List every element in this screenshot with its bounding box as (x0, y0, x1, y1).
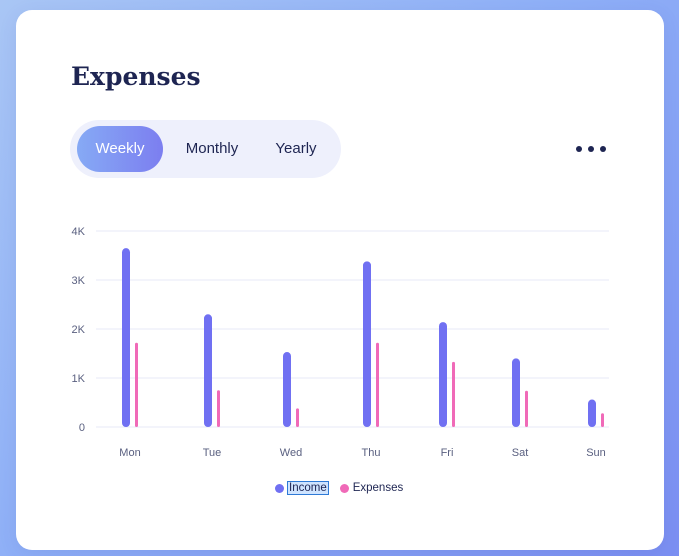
x-tick-label: Mon (119, 447, 140, 459)
y-tick-label: 3K (72, 275, 86, 287)
income-bar (204, 314, 212, 427)
income-bar (588, 399, 596, 427)
x-tick-label: Sat (512, 447, 529, 459)
income-bar (122, 248, 130, 427)
y-tick-label: 2K (72, 324, 86, 336)
income-bar (363, 261, 371, 427)
expenses-bar (376, 342, 379, 427)
income-swatch-icon (275, 483, 284, 493)
expenses-bar (135, 342, 138, 427)
legend-label-expenses: Expenses (352, 482, 404, 494)
expenses-bar (296, 408, 299, 427)
income-bar (283, 352, 291, 427)
expenses-bar (525, 390, 528, 427)
y-tick-label: 4K (72, 226, 86, 238)
x-tick-label: Wed (280, 447, 302, 459)
x-tick-label: Thu (362, 447, 381, 459)
x-tick-label: Tue (203, 447, 222, 459)
expenses-swatch-icon (339, 483, 349, 493)
x-tick-label: Sun (586, 447, 606, 459)
bar-chart: 0 1K 2K 3K 4K Mon Tue Wed Thu Fri Sat Sun (72, 226, 609, 459)
legend-item-expenses[interactable]: Expenses (339, 482, 404, 494)
chart-legend: Income Expenses (275, 479, 415, 497)
expenses-card: Expenses Weekly Monthly Yearly 0 1K 2K 3K 4K… (16, 10, 664, 550)
income-bar (439, 322, 447, 427)
y-tick-label: 0 (79, 422, 85, 434)
expenses-bar (217, 390, 220, 427)
legend-label-income: Income (287, 481, 329, 495)
expenses-bar (452, 361, 455, 427)
y-tick-label: 1K (72, 373, 86, 385)
income-bar (512, 358, 520, 427)
x-tick-label: Fri (441, 447, 454, 459)
expenses-bar (601, 413, 604, 427)
legend-item-income[interactable]: Income (275, 481, 329, 495)
